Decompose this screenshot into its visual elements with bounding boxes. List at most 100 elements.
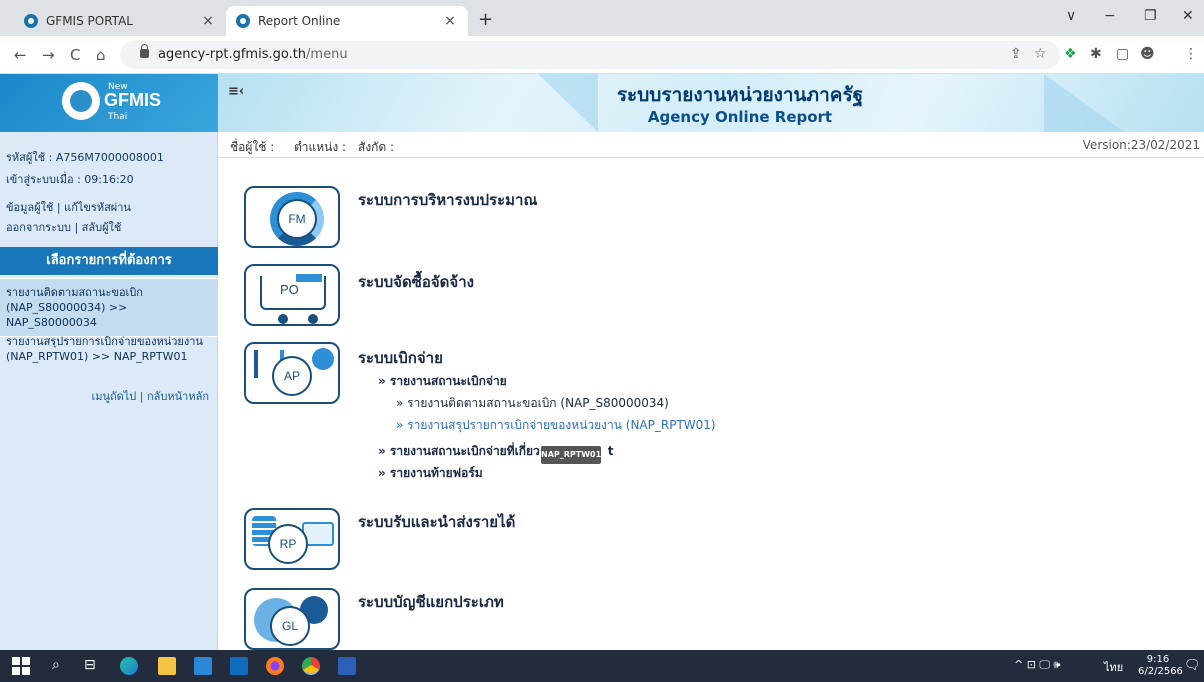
module-title-gl[interactable]: ระบบบัญชีแยกประเภท xyxy=(358,590,504,614)
task-view-icon[interactable]: ⊟ xyxy=(84,657,96,673)
affiliation-label: สังกัด : xyxy=(358,140,395,154)
ap-badge: AP xyxy=(272,356,312,396)
ap-report-nap-rptw01-link[interactable]: » รายงานสรุปรายการเบิกจ่ายของหน่วยงาน (N… xyxy=(396,416,716,435)
gl-module-icon[interactable]: GL xyxy=(244,588,340,650)
back-button[interactable]: ← xyxy=(14,46,27,64)
sidebar-item-code: (NAP_S80000034) >> NAP_S80000034 xyxy=(6,301,128,329)
logo-text: GFMIS xyxy=(104,90,161,110)
firefox-icon[interactable] xyxy=(266,657,284,675)
sidebar-item-label: รายงานสรุปรายการเบิกจ่ายของหน่วยงาน xyxy=(6,335,203,348)
separator: | xyxy=(56,201,61,214)
lock-icon xyxy=(140,44,149,58)
new-tab-button[interactable]: + xyxy=(478,9,493,30)
reload-button[interactable]: C xyxy=(70,46,80,64)
page-title: ระบบรายงานหน่วยงานภาครัฐ xyxy=(616,84,864,106)
minimize-button[interactable]: − xyxy=(1104,8,1116,24)
rp-badge: RP xyxy=(268,524,308,564)
windows-taskbar: ⌕ ⊟ ^ ⊡ 🖵 🕪 ไทย 9:16 6/2/2566 🗨 xyxy=(0,650,1204,682)
sidebar-section-title: เลือกรายการที่ต้องการ xyxy=(0,247,218,275)
pie-chart-icon xyxy=(312,348,334,370)
file-explorer-icon[interactable] xyxy=(158,657,176,675)
clock[interactable]: 9:16 6/2/2566 xyxy=(1138,654,1183,678)
tab-label: GFMIS PORTAL xyxy=(46,14,133,28)
module-title-po[interactable]: ระบบจัดซื้อจัดจ้าง xyxy=(358,270,474,294)
clock-time: 9:16 xyxy=(1146,654,1170,665)
tab-report-online[interactable]: Report Online × xyxy=(226,6,468,36)
user-id-text: รหัสผู้ใช้ : A756M7000008001 xyxy=(6,151,164,164)
system-tray-icons[interactable]: ^ ⊡ 🖵 🕪 xyxy=(1014,658,1060,672)
profile-avatar-icon[interactable]: ☻ xyxy=(1140,46,1155,62)
tab-gfmis-portal[interactable]: GFMIS PORTAL × xyxy=(14,6,226,36)
cart-wheel-icon xyxy=(278,314,288,324)
fm-module-icon[interactable]: FM xyxy=(244,186,340,248)
module-title-rp[interactable]: ระบบรับและนำส่งรายได้ xyxy=(358,510,515,534)
store-icon[interactable] xyxy=(194,657,212,675)
switch-user-link[interactable]: สลับผู้ใช้ xyxy=(82,221,122,234)
user-name-label: ชื่อผู้ใช้ : xyxy=(230,140,275,154)
separator: | xyxy=(139,390,144,403)
chrome-icon[interactable] xyxy=(302,657,320,675)
url-text: agency-rpt.gfmis.go.th/menu xyxy=(158,47,348,62)
separator: | xyxy=(74,221,79,234)
back-home-link[interactable]: กลับหน้าหลัก xyxy=(147,390,209,403)
restore-button[interactable]: ❐ xyxy=(1144,8,1157,24)
favicon-icon xyxy=(236,14,250,28)
module-title-fm[interactable]: ระบบการบริหารงบประมาณ xyxy=(358,188,537,212)
ap-form-report-link[interactable]: » รายงานท้ายฟอร์ม xyxy=(378,464,483,483)
clock-date: 6/2/2566 xyxy=(1138,666,1183,677)
sidebar-toggle-icon[interactable]: ≡‹ xyxy=(228,84,244,99)
favicon-icon xyxy=(24,14,38,28)
browser-tab-bar: GFMIS PORTAL × Report Online × + ∨ − ❐ ✕ xyxy=(0,0,1204,36)
next-menu-link[interactable]: เมนูถัดไป xyxy=(91,390,136,403)
logo-emblem-icon xyxy=(62,82,100,120)
tab-search-icon[interactable]: ∨ xyxy=(1066,8,1076,24)
module-title-ap[interactable]: ระบบเบิกจ่าย xyxy=(358,346,443,370)
mail-icon[interactable] xyxy=(230,657,248,675)
notification-icon[interactable]: 🗨 xyxy=(1184,658,1201,673)
cart-wheel-icon xyxy=(308,314,318,324)
search-icon[interactable]: ⌕ xyxy=(52,657,60,673)
tab-close-icon[interactable]: × xyxy=(200,13,216,29)
address-bar: ← → C ⌂ agency-rpt.gfmis.go.th/menu ⇪ ☆ … xyxy=(0,36,1204,74)
ap-status-report-link[interactable]: » รายงานสถานะเบิกจ่าย xyxy=(378,372,507,391)
logout-link[interactable]: ออกจากระบบ xyxy=(6,221,71,234)
word-icon[interactable] xyxy=(338,657,356,675)
account-links: ข้อมูลผู้ใช้ | แก้ไขรหัสผ่าน xyxy=(6,198,131,216)
forward-button[interactable]: → xyxy=(42,46,55,64)
bookmark-star-icon[interactable]: ☆ xyxy=(1034,46,1047,62)
sidebar: รหัสผู้ใช้ : A756M7000008001 เข้าสู่ระบบ… xyxy=(0,132,218,650)
sidepanel-icon[interactable]: ▢ xyxy=(1116,46,1129,62)
ap-report-nap-s80000034-link[interactable]: » รายงานติดตามสถานะขอเบิก (NAP_S80000034… xyxy=(396,394,669,413)
extension-green-icon[interactable]: ❖ xyxy=(1064,46,1077,62)
user-info-link[interactable]: ข้อมูลผู้ใช้ xyxy=(6,201,53,214)
version-text: Version:23/02/2021 xyxy=(1082,138,1200,152)
home-button[interactable]: ⌂ xyxy=(96,46,106,64)
extensions-puzzle-icon[interactable]: ✱ xyxy=(1090,46,1102,62)
main-content: FM ระบบการบริหารงบประมาณ PO ระบบจัดซื้อจ… xyxy=(218,158,1204,650)
change-password-link[interactable]: แก้ไขรหัสผ่าน xyxy=(64,201,131,214)
language-indicator[interactable]: ไทย xyxy=(1104,658,1123,676)
sidebar-item-nap-rptw01[interactable]: รายงานสรุปรายการเบิกจ่ายของหน่วยงาน (NAP… xyxy=(0,328,218,370)
url-input[interactable]: agency-rpt.gfmis.go.th/menu xyxy=(120,41,1060,69)
sidebar-footer-links: เมนูถัดไป | กลับหน้าหลัก xyxy=(91,387,209,405)
menu-kebab-icon[interactable]: ⋮ xyxy=(1184,46,1198,62)
ap-module-icon[interactable]: AP xyxy=(244,342,340,404)
rp-module-icon[interactable]: RP xyxy=(244,508,340,570)
close-window-button[interactable]: ✕ xyxy=(1182,8,1194,24)
windows-start-icon[interactable] xyxy=(12,657,30,675)
share-icon[interactable]: ⇪ xyxy=(1010,46,1022,62)
user-info-bar: ชื่อผู้ใช้ : ตำแหน่ง : สังกัด : Version:… xyxy=(218,132,1204,158)
page-subtitle: Agency Online Report xyxy=(647,108,833,126)
position-label: ตำแหน่ง : xyxy=(294,140,347,154)
tab-label: Report Online xyxy=(258,14,341,28)
gfmis-logo[interactable]: New GFMIS Thai xyxy=(0,74,218,132)
po-badge: PO xyxy=(280,282,299,297)
tab-close-icon[interactable]: × xyxy=(442,13,458,29)
login-time-text: เข้าสู่ระบบเมื่อ : 09:16:20 xyxy=(6,173,134,186)
po-module-icon[interactable]: PO xyxy=(244,264,340,326)
gl-badge: GL xyxy=(270,606,310,646)
sidebar-item-code: (NAP_RPTW01) >> NAP_RPTW01 xyxy=(6,350,188,363)
edge-browser-icon[interactable] xyxy=(120,657,138,675)
tooltip: NAP_RPTW01 xyxy=(541,446,601,464)
session-links: ออกจากระบบ | สลับผู้ใช้ xyxy=(6,218,121,236)
